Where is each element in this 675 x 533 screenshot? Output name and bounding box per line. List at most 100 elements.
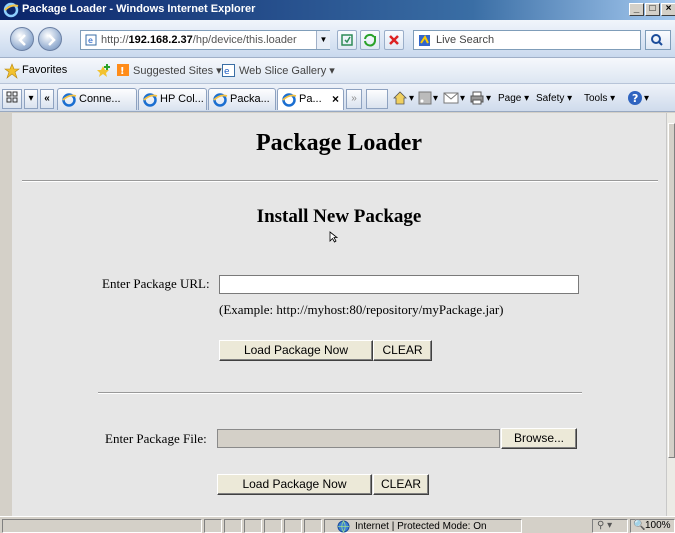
home-dropdown[interactable]: ▾ <box>409 93 414 104</box>
search-button[interactable] <box>645 30 671 50</box>
section-title: Install New Package <box>256 206 422 227</box>
tab-label: Conne... <box>79 93 121 105</box>
page-icon: e <box>85 34 97 46</box>
help-icon[interactable]: ? <box>627 90 643 106</box>
magnifier-icon <box>651 34 663 46</box>
add-favorites-icon[interactable] <box>95 63 111 79</box>
url-field[interactable]: e http://192.168.2.37/hp/device/this.loa… <box>80 30 330 50</box>
tab-close-button[interactable]: × <box>332 92 339 106</box>
vertical-scrollbar[interactable] <box>666 113 675 516</box>
tools-menu[interactable]: Tools ▾ <box>584 93 615 104</box>
suggested-sites-link[interactable]: Suggested Sites ▾ <box>133 64 222 77</box>
favorites-button[interactable]: Favorites <box>22 64 67 76</box>
clear-file-button[interactable]: CLEAR <box>373 474 429 495</box>
tab-connect[interactable]: Conne... <box>57 88 137 110</box>
search-input[interactable]: Live Search <box>413 30 641 50</box>
status-cell <box>204 519 222 533</box>
favorites-star-icon <box>4 63 20 79</box>
example-text: (Example: http://myhost:80/repository/my… <box>219 302 504 317</box>
tab-list-button[interactable] <box>2 89 22 109</box>
page-menu[interactable]: Page ▾ <box>498 93 529 104</box>
refresh-icon <box>364 33 376 47</box>
tab-label: Pa... <box>299 93 322 105</box>
url-text: http://192.168.2.37/hp/device/this.loade… <box>101 34 297 46</box>
status-cell <box>304 519 322 533</box>
quick-tabs-grid-icon <box>6 91 18 103</box>
print-dropdown[interactable]: ▾ <box>486 93 491 104</box>
more-tabs-button[interactable]: » <box>346 89 362 109</box>
stop-button[interactable] <box>384 30 404 50</box>
status-cell <box>224 519 242 533</box>
web-slice-gallery-link[interactable]: Web Slice Gallery ▾ <box>239 64 335 77</box>
scrollbar-thumb[interactable] <box>668 123 675 458</box>
package-url-label: Enter Package URL: <box>102 276 210 291</box>
minimize-button[interactable]: _ <box>629 3 644 16</box>
close-window-button[interactable]: × <box>661 3 675 16</box>
tab-label: Packa... <box>230 93 270 105</box>
security-zone-cell[interactable]: Internet | Protected Mode: On <box>324 519 522 533</box>
tab-package-1[interactable]: Packa... <box>208 88 276 110</box>
divider <box>22 180 658 182</box>
page-title: Package Loader <box>256 130 422 156</box>
divider <box>98 392 582 394</box>
browse-button[interactable]: Browse... <box>501 428 577 449</box>
compatibility-icon <box>341 34 353 46</box>
load-package-file-button[interactable]: Load Package Now <box>217 474 372 495</box>
window-title: Package Loader - Windows Internet Explor… <box>22 3 256 15</box>
page-content: Package Loader Install New Package Enter… <box>12 113 666 516</box>
ie-tab-icon <box>213 93 228 107</box>
svg-text:e: e <box>88 36 93 45</box>
ie-tab-icon <box>62 93 77 107</box>
favorites-bar: Favorites ! Suggested Sites ▾ e Web Slic… <box>0 58 675 84</box>
back-button[interactable] <box>10 27 34 51</box>
load-package-url-button[interactable]: Load Package Now <box>219 340 373 361</box>
help-dropdown[interactable]: ▾ <box>644 93 649 104</box>
mail-dropdown[interactable]: ▾ <box>460 93 465 104</box>
search-placeholder: Live Search <box>436 34 495 46</box>
forward-arrow-icon <box>48 34 56 46</box>
stop-icon <box>389 35 399 45</box>
status-bar: Internet | Protected Mode: On ⚲ ▾ 🔍 100% <box>0 516 675 533</box>
refresh-button[interactable] <box>360 30 380 50</box>
feeds-icon[interactable] <box>418 91 432 105</box>
zoom-level: 100% <box>645 520 671 531</box>
left-gutter <box>0 113 12 516</box>
tab-bar: ▾ « Conne... HP Col... Packa... Pa... × … <box>0 84 675 112</box>
compatibility-view-button[interactable] <box>337 30 357 50</box>
mail-icon[interactable] <box>443 91 459 105</box>
protected-mode-cell[interactable]: ⚲ ▾ <box>592 519 628 533</box>
package-file-input[interactable] <box>217 429 500 448</box>
home-icon[interactable] <box>392 90 408 106</box>
maximize-button[interactable]: □ <box>645 3 660 16</box>
forward-button[interactable] <box>38 27 62 51</box>
new-tab-button[interactable] <box>366 89 388 109</box>
quick-tabs-back-button[interactable]: « <box>40 89 54 109</box>
tab-package-active[interactable]: Pa... × <box>277 88 344 110</box>
ie-logo-icon <box>3 2 19 18</box>
url-dropdown-button[interactable]: ▼ <box>316 31 330 49</box>
status-cell <box>264 519 282 533</box>
status-cell <box>244 519 262 533</box>
security-zone-text: Internet | Protected Mode: On <box>355 521 487 532</box>
status-message-cell <box>2 519 202 533</box>
tab-hp-color[interactable]: HP Col... <box>138 88 207 110</box>
back-arrow-icon <box>18 34 26 46</box>
zoom-cell[interactable]: 🔍 100% <box>630 519 675 533</box>
mouse-cursor-icon <box>329 231 338 243</box>
zone-dropdown: ⚲ ▾ <box>597 520 613 531</box>
zoom-icon: 🔍 <box>633 520 646 531</box>
svg-text:e: e <box>224 67 230 77</box>
print-icon[interactable] <box>469 90 485 106</box>
svg-text:!: ! <box>120 66 125 77</box>
tab-list-dropdown[interactable]: ▾ <box>24 89 38 109</box>
tab-label: HP Col... <box>160 93 204 105</box>
address-bar: e http://192.168.2.37/hp/device/this.loa… <box>0 20 675 58</box>
web-slice-icon: e <box>222 64 235 77</box>
clear-url-button[interactable]: CLEAR <box>373 340 432 361</box>
safety-menu[interactable]: Safety ▾ <box>536 93 572 104</box>
ie-tab-icon <box>143 93 158 107</box>
package-file-label: Enter Package File: <box>105 431 207 446</box>
live-search-icon <box>419 35 430 46</box>
package-url-input[interactable] <box>219 275 579 294</box>
feeds-dropdown[interactable]: ▾ <box>433 93 438 104</box>
